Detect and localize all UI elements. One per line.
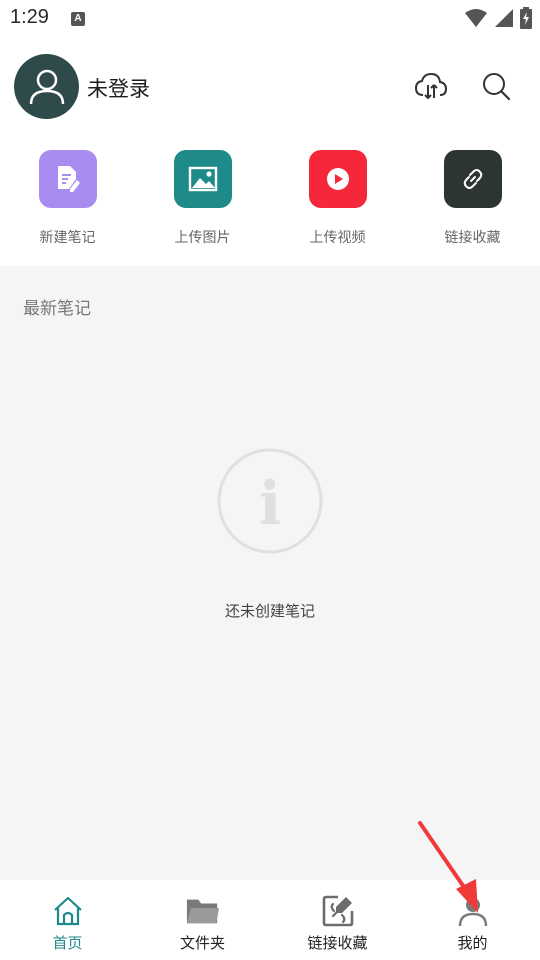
- link-icon: [443, 150, 502, 208]
- avatar[interactable]: [14, 54, 79, 119]
- section-title: 最新笔记: [23, 299, 91, 319]
- link-edit-icon: [321, 894, 355, 928]
- quick-actions: 新建笔记 上传图片 上传视频 链接收藏: [0, 140, 540, 266]
- quick-upload-video-label: 上传视频: [309, 230, 366, 246]
- status-time: 1:29: [10, 6, 49, 28]
- search-icon: [483, 73, 511, 101]
- nav-folder[interactable]: 文件夹: [135, 880, 270, 960]
- cloud-sync-icon: [414, 72, 448, 100]
- quick-new-note-label: 新建笔记: [39, 230, 96, 246]
- quick-upload-video[interactable]: 上传视频: [270, 140, 405, 266]
- quick-upload-image[interactable]: 上传图片: [135, 140, 270, 266]
- signal-icon: [495, 9, 513, 27]
- search-button[interactable]: [478, 68, 514, 104]
- note-edit-icon: [38, 150, 97, 208]
- nav-home[interactable]: 首页: [0, 880, 135, 960]
- nav-mine[interactable]: 我的: [405, 880, 540, 960]
- status-bar: 1:29 A: [0, 0, 540, 38]
- info-icon: i: [216, 447, 324, 555]
- person-avatar-icon: [29, 69, 64, 104]
- nav-mine-label: 我的: [457, 934, 488, 952]
- person-icon: [456, 894, 490, 928]
- nav-link-collect-label: 链接收藏: [307, 934, 368, 952]
- play-icon: [308, 150, 367, 208]
- battery-icon: [520, 7, 532, 29]
- nav-link-collect[interactable]: 链接收藏: [270, 880, 405, 960]
- bottom-nav: 首页 文件夹 链接收藏 我的: [0, 880, 540, 960]
- header: 未登录: [0, 38, 540, 138]
- quick-new-note[interactable]: 新建笔记: [0, 140, 135, 266]
- notes-content: 最新笔记 i 还未创建笔记: [0, 266, 540, 880]
- empty-state-text: 还未创建笔记: [224, 602, 315, 620]
- nav-home-label: 首页: [52, 934, 83, 952]
- image-icon: [173, 150, 232, 208]
- quick-upload-image-label: 上传图片: [174, 230, 231, 246]
- home-icon: [51, 894, 85, 928]
- wifi-icon: [465, 9, 487, 27]
- folder-icon: [186, 894, 220, 928]
- login-status-label[interactable]: 未登录: [87, 73, 150, 103]
- status-icons: [464, 7, 532, 29]
- quick-link-collect-label: 链接收藏: [444, 230, 501, 246]
- info-glyph: i: [259, 469, 282, 539]
- notification-a-icon: A: [71, 12, 85, 26]
- cloud-sync-button[interactable]: [413, 68, 449, 104]
- nav-folder-label: 文件夹: [179, 934, 225, 952]
- quick-link-collect[interactable]: 链接收藏: [405, 140, 540, 266]
